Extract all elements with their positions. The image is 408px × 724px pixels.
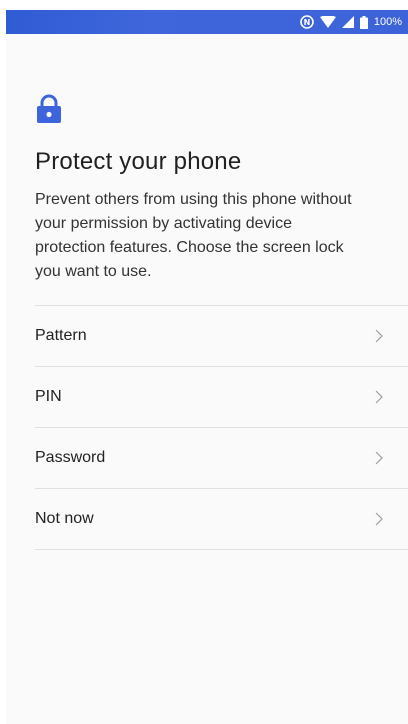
option-not-now[interactable]: Not now: [35, 489, 408, 550]
nfc-icon: N: [300, 15, 314, 29]
main-content: Protect your phone Prevent others from u…: [35, 94, 408, 550]
battery-icon: [359, 15, 368, 29]
option-pattern[interactable]: Pattern: [35, 306, 408, 367]
screen-lock-options: Pattern PIN Password Not now: [35, 305, 408, 550]
chevron-right-icon: [375, 329, 383, 343]
signal-icon: [341, 16, 354, 28]
option-label: Pattern: [35, 327, 87, 344]
lock-icon: [37, 94, 61, 123]
wifi-icon: [319, 16, 336, 28]
battery-percentage: 100%: [373, 16, 402, 28]
chevron-right-icon: [375, 451, 383, 465]
page-title: Protect your phone: [35, 148, 242, 175]
svg-text:N: N: [304, 18, 311, 27]
option-pin[interactable]: PIN: [35, 367, 408, 428]
option-label: Password: [35, 449, 106, 466]
setup-screen: N 100% Protect your phone Prevent others…: [6, 10, 408, 724]
option-label: Not now: [35, 510, 94, 527]
page-description: Prevent others from using this phone wit…: [35, 191, 352, 280]
status-bar: N 100%: [6, 10, 408, 34]
option-label: PIN: [35, 388, 62, 405]
chevron-right-icon: [375, 512, 383, 526]
option-password[interactable]: Password: [35, 428, 408, 489]
chevron-right-icon: [375, 390, 383, 404]
